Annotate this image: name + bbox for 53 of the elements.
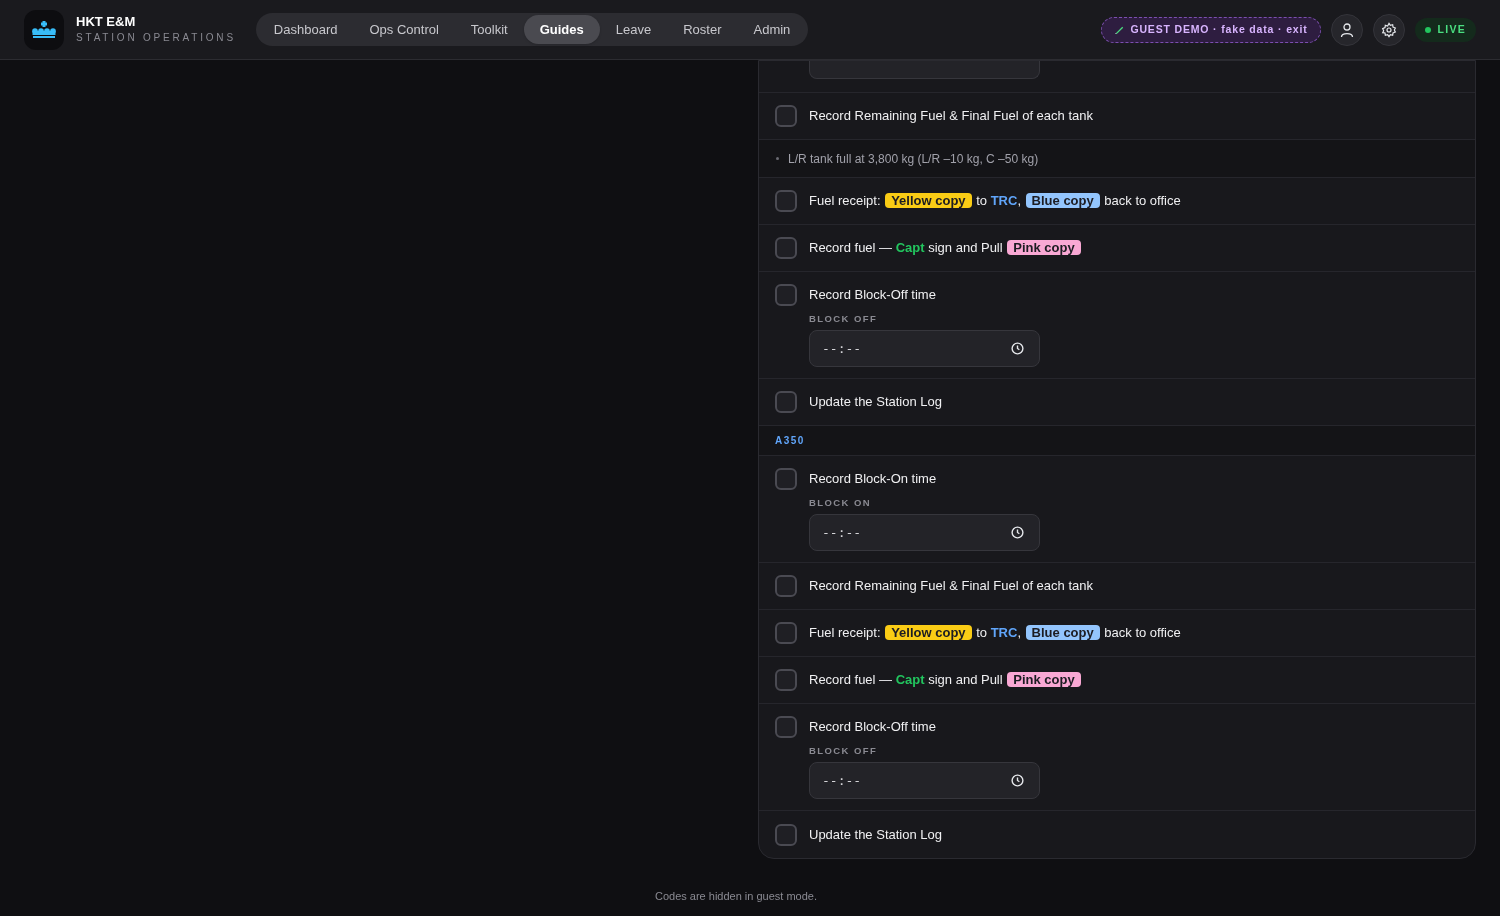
- checkbox[interactable]: [775, 190, 797, 212]
- checkbox[interactable]: [775, 237, 797, 259]
- field-label: BLOCK OFF: [809, 745, 879, 757]
- app-logo-icon: [24, 9, 64, 50]
- guest-demo-badge[interactable]: GUEST DEMO · fake data · exit: [1101, 16, 1321, 43]
- time-field[interactable]: --:--: [809, 514, 1040, 551]
- checkbox[interactable]: [775, 284, 797, 306]
- settings-button[interactable]: [1372, 13, 1405, 46]
- clock-icon: [1011, 774, 1024, 787]
- clock-icon: [1011, 342, 1024, 355]
- checkbox[interactable]: [775, 468, 797, 490]
- nav-tab[interactable]: Leave: [599, 15, 668, 44]
- task-label: Record Block-Off time: [809, 286, 937, 304]
- task-label: Fuel receipt: Yellow copy to TRC, Blue copy back to office: [809, 624, 1181, 643]
- settings-icon: [1380, 21, 1397, 38]
- checkbox[interactable]: [775, 622, 797, 644]
- task-label: Update the Station Log: [809, 393, 942, 412]
- footer-note: Codes are hidden in guest mode.: [653, 889, 819, 904]
- user-icon: [1338, 21, 1355, 38]
- app-subtitle: STATION OPERATIONS: [76, 30, 236, 45]
- task-label: Update the Station Log: [809, 825, 942, 844]
- time-field[interactable]: --:--: [809, 762, 1040, 799]
- time-field[interactable]: [809, 61, 1040, 79]
- task-label: Record Remaining Fuel & Final Fuel of each tank: [809, 107, 1093, 126]
- task-label: Record Block-Off time: [809, 718, 937, 736]
- app-title: HKT E&M: [76, 13, 137, 30]
- bullet-icon: [776, 157, 779, 160]
- nav-tab[interactable]: Roster: [667, 15, 738, 44]
- live-status-badge: LIVE: [1414, 17, 1476, 42]
- task-label: Record Block-On time: [809, 470, 938, 488]
- nav-tab[interactable]: Ops Control: [353, 15, 455, 44]
- pencil-icon: [1114, 24, 1126, 35]
- checkbox[interactable]: [775, 105, 797, 127]
- task-label: Record fuel — Capt sign and Pull Pink copy: [809, 238, 1082, 258]
- nav-tab[interactable]: Toolkit: [454, 15, 524, 44]
- field-label: BLOCK ON: [809, 497, 873, 509]
- checkbox[interactable]: [775, 575, 797, 597]
- nav-tab[interactable]: Dashboard: [257, 15, 354, 44]
- task-label: Record Remaining Fuel & Final Fuel of each tank: [809, 577, 1093, 596]
- user-button[interactable]: [1330, 13, 1363, 46]
- note-text: L/R tank full at 3,800 kg (L/R –10 kg, C –50 kg): [788, 150, 1039, 168]
- checkbox[interactable]: [775, 669, 797, 691]
- section-heading: A350: [775, 434, 805, 448]
- field-label: BLOCK OFF: [809, 313, 879, 325]
- nav-tab[interactable]: Admin: [737, 15, 807, 44]
- nav-tab[interactable]: Guides: [523, 15, 600, 44]
- checkbox[interactable]: [775, 391, 797, 413]
- task-label: Record fuel — Capt sign and Pull Pink copy: [809, 670, 1082, 690]
- clock-icon: [1011, 526, 1024, 539]
- task-label: Fuel receipt: Yellow copy to TRC, Blue copy back to office: [809, 192, 1181, 211]
- checkbox[interactable]: [775, 716, 797, 738]
- time-field[interactable]: --:--: [809, 330, 1040, 367]
- checkbox[interactable]: [775, 823, 797, 846]
